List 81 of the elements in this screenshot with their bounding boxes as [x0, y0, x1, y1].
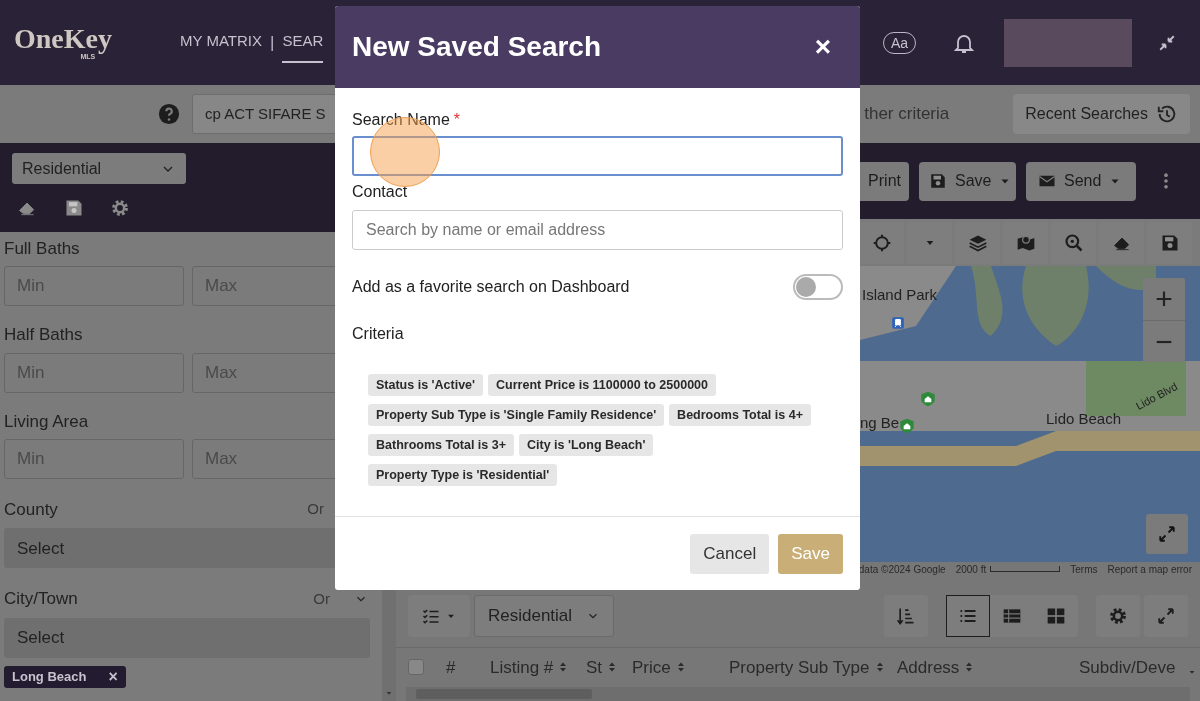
field-label: Half Baths — [4, 324, 83, 346]
horizontal-scrollbar[interactable] — [406, 687, 1190, 701]
history-icon — [1156, 103, 1178, 125]
send-button[interactable]: Send — [1026, 161, 1136, 201]
zoom-in-button[interactable]: + — [1143, 278, 1185, 321]
column-header[interactable]: Subdiv/Deve — [1079, 654, 1176, 681]
zoom-out-button[interactable]: − — [1143, 320, 1185, 363]
or-toggle[interactable]: Or — [313, 587, 330, 611]
criteria-chip: City is 'Long Beach' — [519, 434, 654, 456]
crosshair-icon — [871, 232, 892, 253]
favorite-toggle[interactable] — [793, 274, 843, 300]
column-header[interactable]: St — [586, 654, 632, 681]
caret-icon — [385, 689, 393, 697]
tag-label: Long Beach — [12, 668, 87, 686]
house-marker-icon[interactable] — [899, 417, 915, 436]
view-mode-button[interactable] — [946, 595, 990, 637]
save-icon — [929, 172, 947, 191]
help-icon[interactable] — [158, 103, 180, 125]
column-header[interactable]: Address — [897, 654, 1019, 681]
settings-icon[interactable] — [110, 198, 130, 218]
criteria-chip: Bathrooms Total is 3+ — [368, 434, 514, 456]
criteria-hint: ther criteria — [864, 103, 950, 126]
save-button[interactable]: Save — [919, 161, 1016, 201]
column-header[interactable]: # — [442, 654, 490, 681]
expand-button[interactable] — [1144, 595, 1188, 637]
settings-button[interactable] — [1096, 595, 1140, 637]
required-mark: * — [453, 110, 461, 130]
road-label: Lido Blvd — [1132, 379, 1181, 415]
close-button[interactable]: × — [814, 33, 831, 61]
contact-field[interactable]: Search by name or email address — [352, 210, 843, 250]
checklist-icon — [422, 607, 440, 625]
sort-icon — [896, 606, 916, 626]
column-header[interactable]: Price — [632, 654, 729, 681]
dialog-title: New Saved Search — [352, 30, 602, 64]
criteria-chip: Current Price is 1100000 to 2500000 — [488, 374, 716, 396]
expand-icon — [1158, 525, 1176, 544]
nav-separator: | — [269, 31, 275, 54]
fullscreen-button[interactable] — [1146, 514, 1188, 555]
column-header[interactable]: Listing # — [490, 654, 586, 681]
field-label: County — [4, 498, 59, 521]
select-dropdown[interactable]: Select — [4, 617, 370, 658]
settings-icon — [1108, 606, 1128, 626]
view-dropdown[interactable]: Residential — [474, 595, 615, 637]
place-label: Island Park — [862, 285, 938, 306]
sort-button[interactable] — [884, 595, 928, 637]
column-header[interactable]: Property Sub Type — [729, 654, 897, 681]
scale-label: 2000 ft — [955, 563, 987, 577]
field-label: Living Area — [4, 410, 89, 432]
nav-link[interactable]: MY MATRIX — [180, 22, 262, 63]
map-link[interactable]: Report a map error — [1107, 562, 1192, 577]
criteria-chip: Property Sub Type is 'Single Family Residence' — [368, 404, 665, 426]
cancel-button[interactable]: Cancel — [690, 533, 770, 574]
field-label: Contact — [352, 182, 409, 202]
expand-icon — [1157, 607, 1175, 625]
caret-icon — [1188, 668, 1196, 676]
grid-view-icon — [1046, 606, 1066, 626]
criteria-chip: Bedrooms Total is 4+ — [669, 404, 811, 426]
save-icon[interactable] — [64, 198, 84, 218]
table-view-icon — [1002, 606, 1022, 626]
field-label: City/Town — [4, 588, 79, 611]
recent-searches-button[interactable]: Recent Searches — [1013, 94, 1190, 134]
field-label: Full Baths — [4, 238, 80, 260]
nav-link[interactable]: SEAR — [282, 22, 324, 63]
scale-bar — [990, 566, 1061, 573]
select-all-checkbox[interactable] — [408, 659, 424, 676]
map-link[interactable]: Terms — [1070, 562, 1098, 577]
house-marker-icon[interactable] — [920, 390, 936, 409]
train-station-icon — [891, 316, 905, 331]
type-dropdown[interactable]: Residential — [12, 153, 186, 184]
section-label: Criteria — [352, 324, 405, 344]
criteria-chip: Property Type is 'Residential' — [368, 464, 558, 486]
save-button[interactable]: Save — [778, 533, 843, 574]
compress-icon[interactable] — [1158, 33, 1176, 52]
place-label: ng Be — [860, 413, 900, 434]
zoom-icon — [1063, 232, 1084, 253]
criteria-chip: Status is 'Active' — [368, 374, 484, 396]
or-toggle[interactable]: Or — [307, 498, 324, 521]
column-picker-button[interactable] — [408, 595, 470, 637]
search-name-field[interactable] — [352, 136, 843, 176]
place-label: Lido Beach — [1046, 409, 1122, 430]
remove-button[interactable]: × — [108, 668, 118, 685]
